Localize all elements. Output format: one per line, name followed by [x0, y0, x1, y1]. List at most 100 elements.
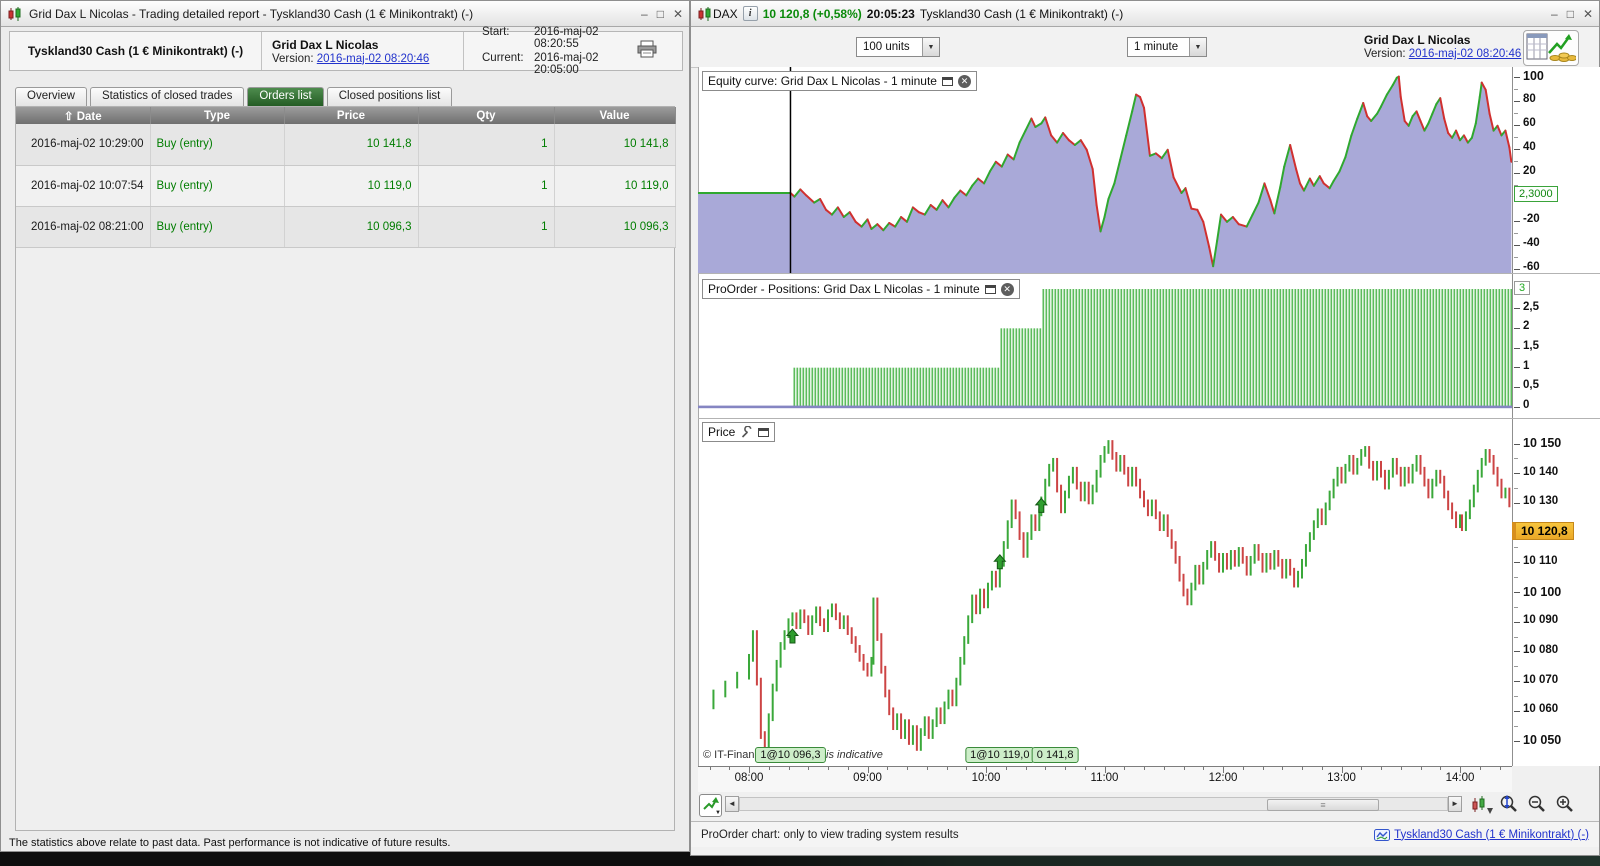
chart-titlebar[interactable]: DAX i 10 120,8 (+0,58%) 20:05:23 Tysklan… — [691, 1, 1599, 27]
time-axis-label: 13:00 — [1327, 772, 1356, 784]
tab-closed-positions[interactable]: Closed positions list — [326, 87, 453, 106]
chart-link-icon — [1374, 828, 1391, 841]
chevron-down-icon: ▼ — [922, 38, 939, 56]
report-window-title: Grid Dax L Nicolas - Trading detailed re… — [29, 6, 474, 21]
equity-axis-tick — [1514, 268, 1520, 270]
tab-statistics[interactable]: Statistics of closed trades — [89, 87, 245, 106]
order-row[interactable]: 2016-maj-02 10:07:54 Buy (entry) 10 119,… — [16, 165, 676, 207]
disclaimer-text: The statistics above relate to past data… — [9, 837, 451, 849]
time-axis-tick — [1400, 767, 1402, 770]
minimize-button[interactable]: – — [1551, 8, 1558, 20]
detach-panel-icon[interactable] — [984, 284, 996, 294]
time-axis-tick — [986, 767, 987, 773]
time-axis-tick — [1499, 767, 1501, 770]
time-axis-tick — [1183, 767, 1185, 770]
order-marker-badge[interactable]: 1@10 096,3 — [755, 747, 826, 763]
positions-axis-label: 0 — [1523, 399, 1530, 411]
units-dropdown[interactable]: 100 units ▼ — [856, 37, 940, 57]
order-row[interactable]: 2016-maj-02 10:29:00 Buy (entry) 10 141,… — [16, 124, 676, 166]
col-date[interactable]: ⇧ Date — [16, 107, 151, 124]
toolbar-version-label: Version: — [1364, 48, 1406, 60]
equity-axis-label: -40 — [1523, 237, 1540, 249]
time-axis-tick — [1321, 767, 1323, 770]
price-axis-tick — [1514, 740, 1520, 742]
zoom-out-icon[interactable] — [1525, 794, 1549, 816]
start-label: Start: — [482, 26, 510, 38]
panel-divider[interactable] — [698, 418, 1600, 419]
price-axis-label: 10 150 — [1523, 436, 1562, 450]
info-icon[interactable]: i — [742, 6, 758, 21]
tab-overview[interactable]: Overview — [15, 87, 87, 106]
report-titlebar[interactable]: Grid Dax L Nicolas - Trading detailed re… — [1, 1, 689, 27]
last-time: 20:05:23 — [866, 6, 915, 21]
zoom-vertical-icon[interactable] — [1497, 794, 1521, 816]
equity-axis-label: 80 — [1523, 93, 1536, 105]
time-axis-tick — [1420, 767, 1422, 770]
chart-instrument: DAX — [713, 6, 738, 21]
proorder-status-message: ProOrder chart: only to view trading sys… — [701, 828, 959, 841]
price-axis-tick — [1514, 443, 1520, 445]
timeframe-dropdown[interactable]: 1 minute ▼ — [1127, 37, 1207, 57]
trading-report-icon[interactable] — [1523, 30, 1579, 66]
positions-axis-tick — [1514, 406, 1520, 408]
version-label: Version: — [272, 52, 314, 65]
instrument-link[interactable]: Tyskland30 Cash (1 € Minikontrakt) (-) — [1394, 829, 1589, 841]
panel-divider[interactable] — [698, 273, 1600, 274]
col-type[interactable]: Type — [150, 107, 285, 124]
price-axis-label: 10 060 — [1523, 703, 1559, 716]
close-button[interactable]: ✕ — [673, 8, 683, 20]
minimize-button[interactable]: – — [641, 8, 648, 20]
close-button[interactable]: ✕ — [1583, 8, 1593, 20]
equity-curve-chart[interactable] — [698, 67, 1512, 273]
order-marker-badge[interactable]: 0 141,8 — [1031, 747, 1079, 763]
scroll-right-button[interactable]: ► — [1448, 796, 1462, 812]
maximize-button[interactable]: □ — [657, 8, 664, 20]
detach-panel-icon[interactable] — [758, 427, 770, 437]
toolbar-version-link[interactable]: 2016-maj-02 08:20:46 — [1409, 48, 1522, 60]
positions-axis-tick — [1514, 347, 1520, 349]
price-axis-label: 10 070 — [1523, 673, 1559, 686]
price-axis-label: 10 140 — [1523, 465, 1559, 478]
tab-orders-list[interactable]: Orders list — [247, 87, 324, 106]
scrollbar-track[interactable]: ≡ — [739, 797, 1448, 811]
scroll-left-button[interactable]: ◄ — [725, 796, 739, 812]
equity-axis-label: 40 — [1523, 141, 1536, 153]
order-marker-badge[interactable]: 1@10 119,0 — [965, 747, 1035, 763]
close-panel-icon[interactable]: ✕ — [957, 74, 971, 88]
time-axis-tick — [1460, 767, 1461, 773]
orders-table-header: ⇧ Date Type Price Qty Value — [16, 107, 676, 124]
col-qty[interactable]: Qty — [418, 107, 555, 124]
time-axis-tick — [1223, 767, 1224, 773]
time-axis-tick — [749, 767, 750, 773]
toolbar-system-name: Grid Dax L Nicolas — [1364, 33, 1471, 47]
orders-table: ⇧ Date Type Price Qty Value 2016-maj-02 … — [16, 107, 676, 248]
price-chart[interactable] — [698, 429, 1512, 766]
scrollbar-thumb[interactable]: ≡ — [1267, 799, 1379, 811]
time-axis-label: 10:00 — [971, 772, 1001, 784]
equity-axis-label: 100 — [1523, 69, 1544, 83]
current-label: Current: — [482, 52, 524, 64]
maximize-button[interactable]: □ — [1567, 8, 1574, 20]
equity-axis-minor-tick — [1514, 112, 1518, 114]
price-axis-minor-tick — [1514, 488, 1518, 490]
price-axis-label: 10 130 — [1523, 495, 1559, 508]
chevron-down-icon[interactable]: ▼ — [715, 810, 721, 816]
print-button[interactable] — [636, 40, 658, 63]
detach-panel-icon[interactable] — [941, 76, 953, 86]
close-panel-icon[interactable]: ✕ — [1000, 282, 1014, 296]
price-display-icon[interactable] — [1469, 794, 1493, 816]
equity-axis-minor-tick — [1514, 232, 1518, 234]
chevron-down-icon: ▼ — [1189, 38, 1206, 56]
wrench-icon[interactable] — [740, 425, 753, 439]
candlestick-app-icon — [698, 6, 711, 21]
price-axis-tick — [1514, 651, 1520, 653]
trading-report-window: Grid Dax L Nicolas - Trading detailed re… — [0, 0, 690, 852]
col-value[interactable]: Value — [554, 107, 676, 124]
zoom-in-icon[interactable] — [1553, 794, 1577, 816]
order-row[interactable]: 2016-maj-02 08:21:00 Buy (entry) 10 096,… — [16, 206, 676, 248]
last-price: 10 120,8 (+0,58%) — [762, 6, 862, 21]
col-price[interactable]: Price — [284, 107, 419, 124]
time-axis-tick — [1440, 767, 1442, 770]
price-axis-label: 10 100 — [1523, 584, 1562, 599]
version-link[interactable]: 2016-maj-02 08:20:46 — [317, 53, 430, 65]
